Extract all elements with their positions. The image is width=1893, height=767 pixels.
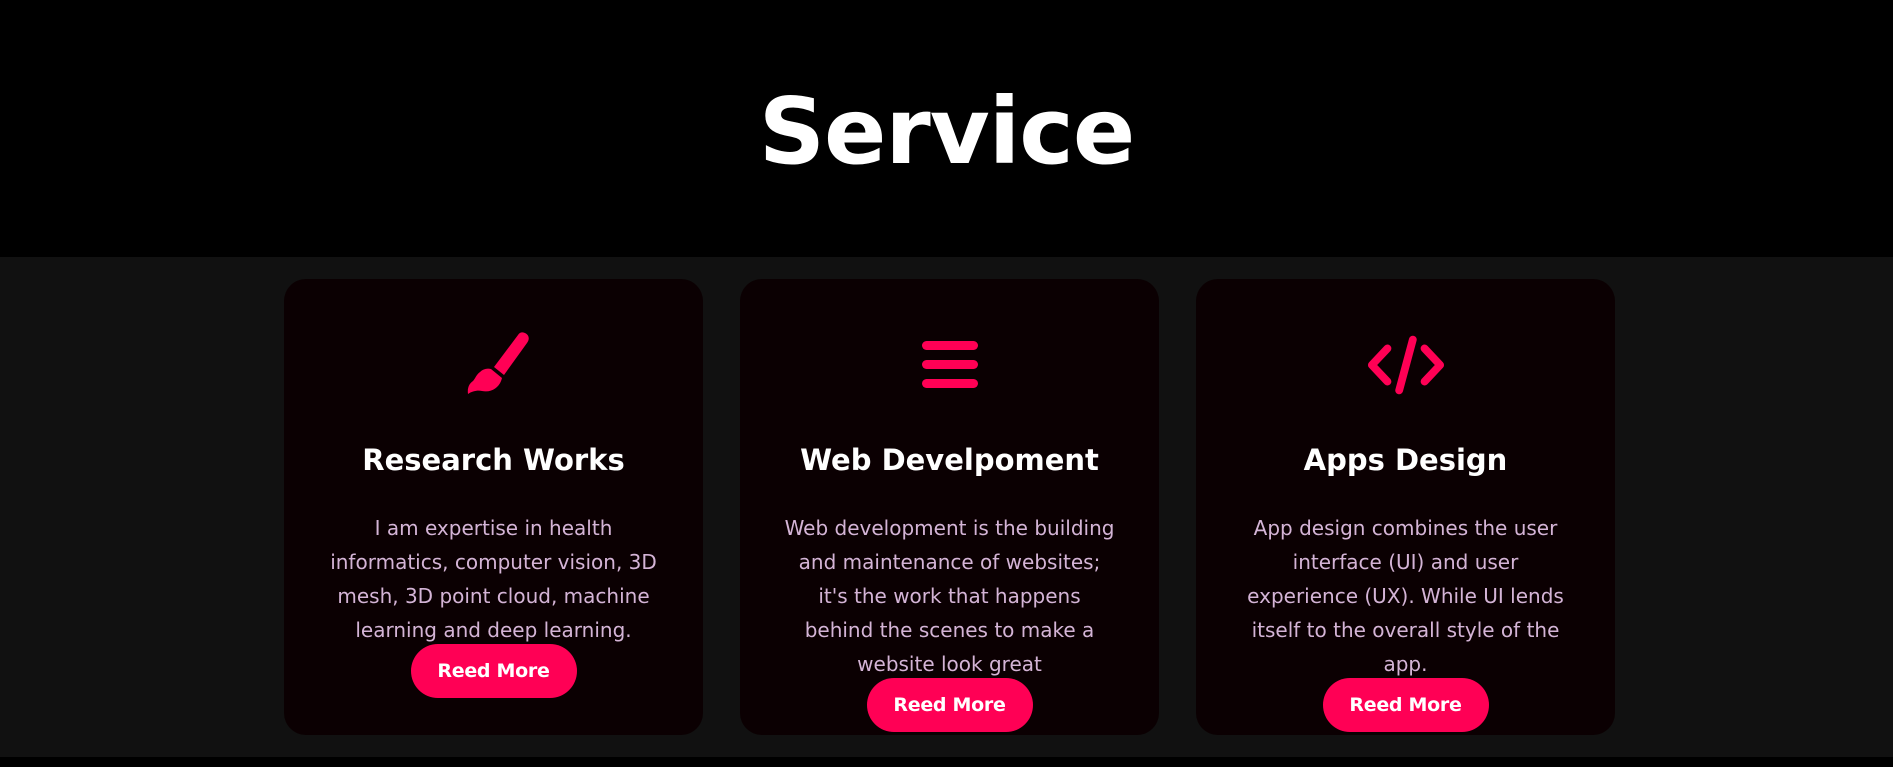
card-description: I am expertise in health informatics, co… (330, 516, 657, 642)
section-title: Service (758, 78, 1135, 185)
card-title: Web Develpoment (800, 443, 1099, 477)
paintbrush-icon (454, 331, 534, 399)
card-title: Apps Design (1303, 443, 1508, 477)
service-card-web-development: Web Develpoment Web development is the b… (740, 279, 1159, 735)
footer-strip (0, 757, 1893, 767)
card-description: Web development is the building and main… (784, 516, 1115, 676)
read-more-button[interactable]: Reed More (1322, 678, 1489, 732)
card-title: Research Works (362, 443, 625, 477)
services-section: Research Works I am expertise in health … (0, 257, 1893, 757)
service-header: Service (0, 0, 1893, 257)
hamburger-menu-icon (910, 331, 990, 399)
service-card-research-works: Research Works I am expertise in health … (284, 279, 703, 735)
page: Service Research Works I am expertise in… (0, 0, 1893, 767)
code-icon (1366, 331, 1446, 399)
read-more-button[interactable]: Reed More (410, 644, 577, 698)
card-description: App design combines the user interface (… (1247, 516, 1564, 676)
read-more-button[interactable]: Reed More (866, 678, 1033, 732)
service-card-apps-design: Apps Design App design combines the user… (1196, 279, 1615, 735)
